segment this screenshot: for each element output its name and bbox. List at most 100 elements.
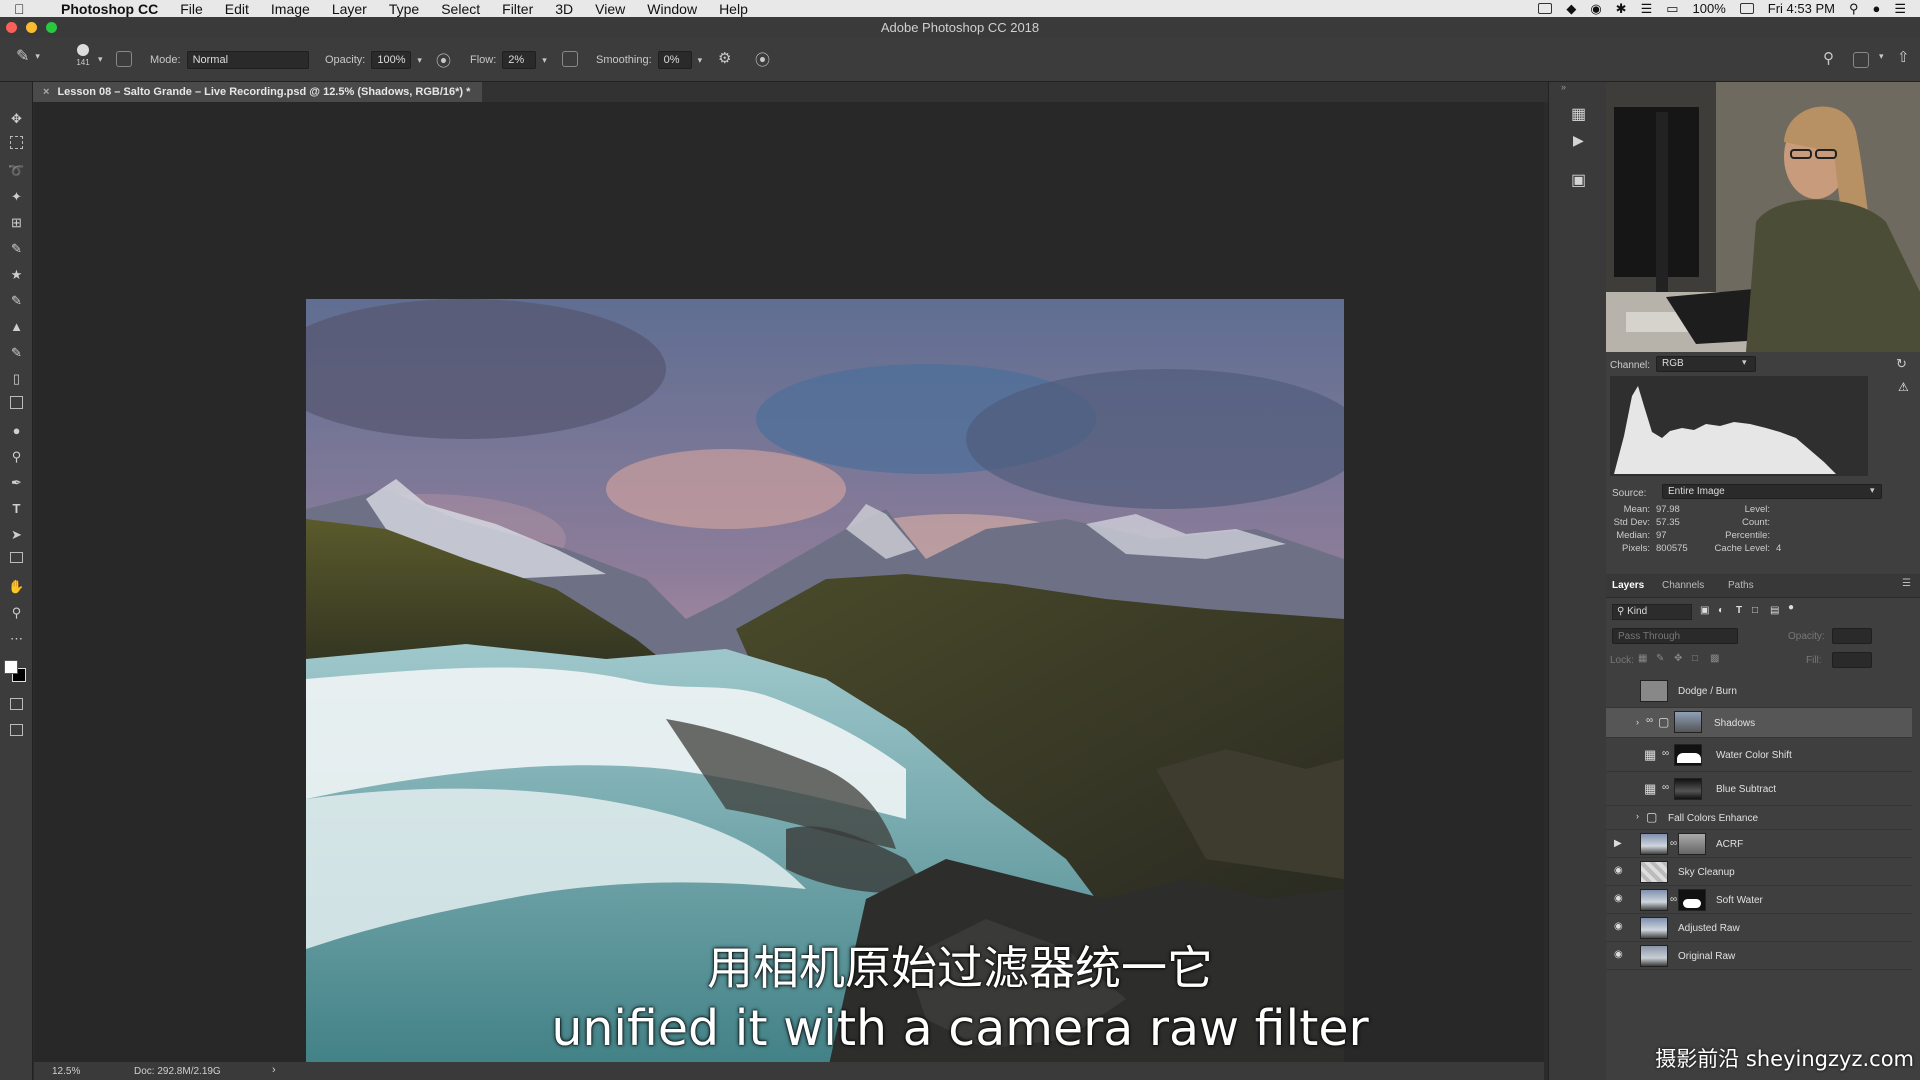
refresh-histogram-icon[interactable]: ↻ bbox=[1896, 356, 1907, 372]
panel-menu-icon[interactable]: ☰ bbox=[1902, 578, 1911, 589]
document-tab[interactable]: × Lesson 08 – Salto Grande – Live Record… bbox=[33, 82, 483, 102]
chevron-down-icon[interactable]: ▾ bbox=[417, 55, 422, 66]
tab-layers[interactable]: Layers bbox=[1612, 580, 1644, 591]
menu-layer[interactable]: Layer bbox=[321, 1, 378, 17]
tool-preset-picker[interactable]: ✎ ▾ bbox=[16, 46, 40, 66]
blend-mode-select[interactable]: Pass Through bbox=[1612, 628, 1738, 644]
share-icon[interactable]: ⇧ bbox=[1897, 48, 1910, 66]
apple-menu-icon[interactable]:  bbox=[14, 1, 34, 17]
zoom-tool-icon[interactable]: ⚲ bbox=[8, 604, 25, 621]
search-icon[interactable]: ⚲ bbox=[1823, 49, 1834, 67]
dropbox-icon[interactable]: ◆ bbox=[1566, 1, 1576, 17]
color-swatches[interactable] bbox=[4, 660, 28, 684]
close-tab-icon[interactable]: × bbox=[43, 86, 49, 98]
lock-all-icon[interactable]: ▩ bbox=[1710, 653, 1719, 664]
bluetooth-icon[interactable]: ✱ bbox=[1616, 1, 1627, 17]
chevron-down-icon[interactable]: ▾ bbox=[698, 55, 703, 66]
marquee-tool-icon[interactable] bbox=[10, 136, 23, 149]
close-window-icon[interactable] bbox=[6, 22, 17, 33]
lock-position-icon[interactable]: ✥ bbox=[1674, 653, 1682, 664]
notification-center-icon[interactable]: ☰ bbox=[1894, 1, 1906, 17]
layer-row[interactable]: ▦ ∞ Water Color Shift bbox=[1606, 738, 1912, 772]
layer-row[interactable]: ▦ ∞ Blue Subtract bbox=[1606, 772, 1912, 806]
menu-edit[interactable]: Edit bbox=[214, 1, 260, 17]
filter-pixel-icon[interactable]: ▣ bbox=[1700, 605, 1709, 616]
screen-mode-icon[interactable] bbox=[10, 724, 23, 736]
clone-stamp-tool-icon[interactable]: ▲ bbox=[8, 318, 25, 335]
brush-size-picker[interactable]: 141 bbox=[70, 44, 96, 67]
menu-app-name[interactable]: Photoshop CC bbox=[50, 1, 169, 17]
siri-icon[interactable]: ● bbox=[1872, 1, 1880, 16]
chevron-down-icon[interactable]: ▾ bbox=[1879, 51, 1884, 62]
actions-panel-icon[interactable]: ▶ bbox=[1573, 132, 1584, 149]
layer-row[interactable]: › ▢ Fall Colors Enhance bbox=[1606, 806, 1912, 830]
layer-row-selected[interactable]: › ∞ ▢ Shadows bbox=[1606, 708, 1912, 738]
eraser-tool-icon[interactable]: ▯ bbox=[8, 370, 25, 387]
chevron-down-icon[interactable]: ▾ bbox=[98, 54, 103, 65]
airplay-icon[interactable]: ▭ bbox=[1666, 1, 1678, 17]
lock-transparent-icon[interactable]: ▦ bbox=[1638, 653, 1647, 664]
tab-channels[interactable]: Channels bbox=[1662, 580, 1704, 591]
wifi-icon[interactable]: ☰ bbox=[1641, 1, 1653, 17]
creative-cloud-icon[interactable]: ◉ bbox=[1590, 1, 1601, 17]
filter-toggle-icon[interactable]: ● bbox=[1788, 602, 1794, 613]
rectangle-tool-icon[interactable] bbox=[10, 552, 23, 563]
crop-tool-icon[interactable]: ⊞ bbox=[8, 214, 25, 231]
filter-shape-icon[interactable]: □ bbox=[1752, 605, 1758, 616]
visibility-eye-icon[interactable]: ▶ bbox=[1614, 838, 1628, 850]
blur-tool-icon[interactable]: ● bbox=[8, 422, 25, 439]
history-brush-tool-icon[interactable]: ✎ bbox=[8, 344, 25, 361]
airbrush-icon[interactable] bbox=[562, 51, 578, 67]
tab-paths[interactable]: Paths bbox=[1728, 580, 1754, 591]
smoothing-settings-gear-icon[interactable]: ⚙ bbox=[718, 49, 731, 67]
menu-help[interactable]: Help bbox=[708, 1, 759, 17]
clock[interactable]: Fri 4:53 PM bbox=[1768, 1, 1835, 16]
chevron-down-icon[interactable]: ▾ bbox=[1870, 485, 1875, 496]
layer-row[interactable]: ▶ ∞ ACRF bbox=[1606, 830, 1912, 858]
filter-kind-select[interactable]: ⚲ Kind bbox=[1612, 604, 1692, 620]
filter-type-icon[interactable]: T bbox=[1736, 605, 1742, 616]
layer-row[interactable]: ◉ ∞ Soft Water bbox=[1606, 886, 1912, 914]
opacity-field[interactable]: 100% bbox=[371, 51, 412, 69]
expand-group-icon[interactable]: › bbox=[1636, 717, 1639, 727]
screen-icon[interactable] bbox=[1538, 3, 1553, 14]
layer-row[interactable]: ◉ Sky Cleanup bbox=[1606, 858, 1912, 886]
status-menu-chevron-icon[interactable]: › bbox=[272, 1064, 276, 1076]
history-panel-icon[interactable]: ▦ bbox=[1571, 104, 1586, 124]
spotlight-icon[interactable]: ⚲ bbox=[1849, 1, 1859, 17]
mode-select[interactable]: Normal bbox=[186, 51, 309, 69]
lasso-tool-icon[interactable]: ➰ bbox=[8, 162, 25, 179]
menu-view[interactable]: View bbox=[584, 1, 636, 17]
chevron-down-icon[interactable]: ▾ bbox=[542, 55, 547, 66]
pen-tool-icon[interactable]: ✒ bbox=[8, 474, 25, 491]
menu-3d[interactable]: 3D bbox=[544, 1, 584, 17]
hand-tool-icon[interactable]: ✋ bbox=[8, 578, 25, 595]
zoom-window-icon[interactable] bbox=[46, 22, 57, 33]
more-tools-icon[interactable]: ⋯ bbox=[8, 630, 25, 647]
smoothing-field[interactable]: 0% bbox=[657, 51, 692, 69]
menu-filter[interactable]: Filter bbox=[491, 1, 544, 17]
canvas-area[interactable] bbox=[34, 102, 1544, 1078]
path-selection-tool-icon[interactable]: ➤ bbox=[8, 526, 25, 543]
zoom-level[interactable]: 12.5% bbox=[52, 1066, 80, 1077]
visibility-eye-icon[interactable]: ◉ bbox=[1614, 893, 1628, 905]
move-tool-icon[interactable]: ✥ bbox=[8, 110, 25, 127]
dodge-tool-icon[interactable]: ⚲ bbox=[8, 448, 25, 465]
source-select[interactable]: Entire Image bbox=[1662, 484, 1882, 499]
menu-select[interactable]: Select bbox=[430, 1, 491, 17]
menu-image[interactable]: Image bbox=[260, 1, 321, 17]
flow-field[interactable]: 2% bbox=[502, 51, 537, 69]
brush-tool-icon[interactable]: ✎ bbox=[8, 292, 25, 309]
channel-select[interactable]: RGB bbox=[1656, 356, 1756, 372]
eyedropper-tool-icon[interactable]: ✎ bbox=[8, 240, 25, 257]
lock-image-icon[interactable]: ✎ bbox=[1656, 653, 1664, 664]
minimize-window-icon[interactable] bbox=[26, 22, 37, 33]
layer-fill-field[interactable] bbox=[1832, 652, 1872, 668]
magic-wand-tool-icon[interactable]: ✦ bbox=[8, 188, 25, 205]
menu-window[interactable]: Window bbox=[636, 1, 708, 17]
brush-panel-toggle-icon[interactable] bbox=[116, 51, 132, 67]
type-tool-icon[interactable]: T bbox=[8, 500, 25, 517]
lock-artboard-icon[interactable]: □ bbox=[1692, 653, 1698, 664]
collapse-panels-icon[interactable]: » bbox=[1561, 82, 1566, 92]
chevron-down-icon[interactable]: ▾ bbox=[1742, 357, 1747, 368]
